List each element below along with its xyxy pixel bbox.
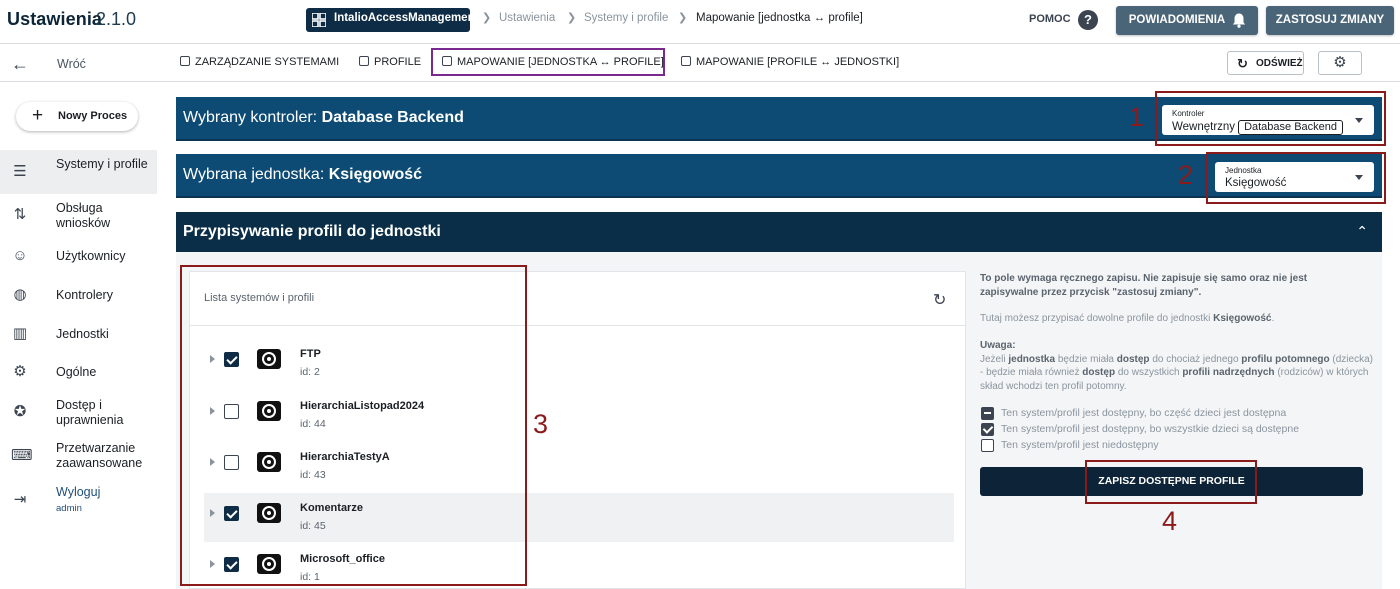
workflow-icon: ⇅ xyxy=(13,206,27,223)
logout-icon: ⇥ xyxy=(13,491,27,508)
unit-bar: Wybrana jednostka: Księgowość Jednostka … xyxy=(176,154,1382,198)
notifications-button[interactable]: POWIADOMIENIA xyxy=(1116,6,1258,35)
breadcrumb-app-chip[interactable]: IntalioAccessManagement xyxy=(306,8,478,32)
chevron-right-icon: ❯ xyxy=(678,12,688,24)
grid-icon xyxy=(312,13,326,27)
chevron-right-icon: ❯ xyxy=(567,12,577,24)
tab-label: MAPOWANIE [PROFILE ↔ JEDNOSTKI] xyxy=(696,56,900,68)
notifications-label: POWIADOMIENIA xyxy=(1128,14,1226,26)
plus-icon: + xyxy=(32,105,44,126)
assign-section-title: Przypisywanie profili do jednostki xyxy=(183,223,441,240)
chevron-up-icon[interactable]: ⌃ xyxy=(1356,223,1368,240)
tab-label: ZARZĄDZANIE SYSTEMAMI xyxy=(195,56,340,68)
annotation-box-2 xyxy=(1206,152,1386,204)
app-version: 2.1.0 xyxy=(96,9,137,29)
refresh-icon: ↻ xyxy=(1237,56,1248,71)
mapping-icon xyxy=(442,56,452,66)
annotation-box-3 xyxy=(180,265,527,586)
logged-user: admin xyxy=(56,503,82,514)
note-block: Uwaga: Jeżeli jednostka będzie miała dos… xyxy=(980,340,1373,392)
annotation-box-4 xyxy=(1085,460,1257,504)
tab-unit-profile-mapping[interactable]: MAPOWANIE [JEDNOSTKA ↔ PROFILE] xyxy=(442,56,664,68)
legend-text: Ten system/profil jest niedostępny xyxy=(1001,439,1159,451)
annotation-number-4: 4 xyxy=(1162,506,1178,536)
app-title: Ustawienia xyxy=(7,9,103,29)
hint-unit: Księgowość xyxy=(1213,313,1272,324)
settings-button[interactable]: ⚙ xyxy=(1318,51,1362,75)
users-icon: ☺ xyxy=(12,247,28,264)
annotation-box-1 xyxy=(1155,91,1386,146)
sidebar-item-label: Jednostki xyxy=(56,327,109,341)
annotation-number-1: 1 xyxy=(1129,102,1145,132)
sub-navigation: ← Wróć ZARZĄDZANIE SYSTEMAMI PROFILE MAP… xyxy=(0,44,1400,82)
note-title: Uwaga: xyxy=(980,340,1016,351)
tab-label: MAPOWANIE [JEDNOSTKA ↔ PROFILE] xyxy=(457,56,664,68)
sidebar-item-label: Systemy i profile xyxy=(56,157,148,171)
mapping-icon xyxy=(681,56,691,66)
sidebar-item-systems[interactable]: ☰ Systemy i profile xyxy=(0,150,157,194)
checked-checkbox-icon xyxy=(981,423,994,436)
unit-bar-title: Wybrana jednostka: Księgowość xyxy=(183,166,423,183)
monitor-icon xyxy=(180,56,190,66)
chevron-right-icon: ❯ xyxy=(482,12,492,24)
top-header: Ustawienia 2.1.0 IntalioAccessManagement… xyxy=(0,0,1400,44)
sidebar-item-label: Kontrolery xyxy=(56,288,113,302)
legend-text: Ten system/profil jest dostępny, bo wszy… xyxy=(1001,423,1300,435)
bell-icon xyxy=(1232,13,1246,28)
back-link[interactable]: Wróć xyxy=(57,57,86,71)
assign-section-header[interactable]: Przypisywanie profili do jednostki ⌃ xyxy=(176,212,1382,252)
arrow-left-icon[interactable]: ← xyxy=(11,54,29,75)
apply-changes-button[interactable]: ZASTOSUJ ZMIANY xyxy=(1266,6,1394,35)
new-process-label: Nowy Proces xyxy=(58,110,128,122)
breadcrumb-current: Mapowanie [jednostka ↔ profile] xyxy=(696,12,863,24)
settings-chip-icon: ⚙ xyxy=(13,363,27,380)
terminal-icon: ⌨ xyxy=(11,447,33,464)
sidebar-item-label: Ogólne xyxy=(56,365,97,379)
controller-bar-title: Wybrany kontroler: Database Backend xyxy=(183,109,464,126)
sidebar-item-controllers[interactable]: ◍ Kontrolery xyxy=(0,279,157,323)
unchecked-checkbox-icon xyxy=(981,439,994,452)
refresh-button[interactable]: ↻ ODŚWIEŻ xyxy=(1227,51,1304,75)
sidebar-item-users[interactable]: ☺ Użytkownicy xyxy=(0,240,157,284)
tab-profile-unit-mapping[interactable]: MAPOWANIE [PROFILE ↔ JEDNOSTKI] xyxy=(681,56,899,68)
annotation-number-3: 3 xyxy=(533,409,549,439)
new-process-button[interactable]: + Nowy Proces xyxy=(16,102,138,131)
annotation-number-2: 2 xyxy=(1178,160,1194,190)
server-icon: ☰ xyxy=(13,163,27,180)
tab-system-management[interactable]: ZARZĄDZANIE SYSTEMAMI xyxy=(180,56,339,68)
building-icon: ▥ xyxy=(12,325,28,342)
profile-icon xyxy=(359,56,369,66)
assign-hint: Tutaj możesz przypisać dowolne profile d… xyxy=(980,313,1275,324)
sidebar-item-label: Dostęp i uprawnienia xyxy=(56,398,124,427)
legend-text: Ten system/profil jest dostępny, bo częś… xyxy=(1001,407,1287,419)
help-icon[interactable]: ? xyxy=(1078,10,1098,30)
breadcrumb-app-label: IntalioAccessManagement xyxy=(334,12,479,24)
sidebar-item-access[interactable]: ✪ Dostęp i uprawnienia xyxy=(0,390,157,434)
unit-name: Księgowość xyxy=(328,166,423,183)
manual-save-warning: To pole wymaga ręcznego zapisu. Nie zapi… xyxy=(980,273,1308,298)
breadcrumb-systemy[interactable]: Systemy i profile xyxy=(584,12,668,24)
sidebar-item-logout[interactable]: ⇥ Wyloguj admin xyxy=(0,478,157,522)
sidebar-item-label: Przetwarzanie zaawansowane xyxy=(56,441,143,470)
gear-icon: ⚙ xyxy=(1333,54,1347,71)
help-label[interactable]: POMOC xyxy=(1029,13,1071,25)
sidebar-item-advanced[interactable]: ⌨ Przetwarzanie zaawansowane xyxy=(0,434,157,478)
globe-icon: ◍ xyxy=(13,286,27,303)
refresh-label: ODŚWIEŻ xyxy=(1256,58,1303,69)
sidebar-item-label: Obsługa wniosków xyxy=(56,201,111,230)
tab-profiles[interactable]: PROFILE xyxy=(359,56,421,68)
breadcrumb-ustawienia[interactable]: Ustawienia xyxy=(499,12,555,24)
indeterminate-checkbox-icon xyxy=(981,407,994,420)
badge-icon: ✪ xyxy=(13,403,27,420)
sidebar-item-requests[interactable]: ⇅ Obsługa wniosków xyxy=(0,194,157,238)
tab-label: PROFILE xyxy=(374,56,422,68)
sidebar-item-label: Wyloguj xyxy=(56,485,101,499)
controller-name: Database Backend xyxy=(321,109,464,126)
refresh-icon[interactable]: ↻ xyxy=(933,290,946,310)
sidebar-item-label: Użytkownicy xyxy=(56,249,126,263)
